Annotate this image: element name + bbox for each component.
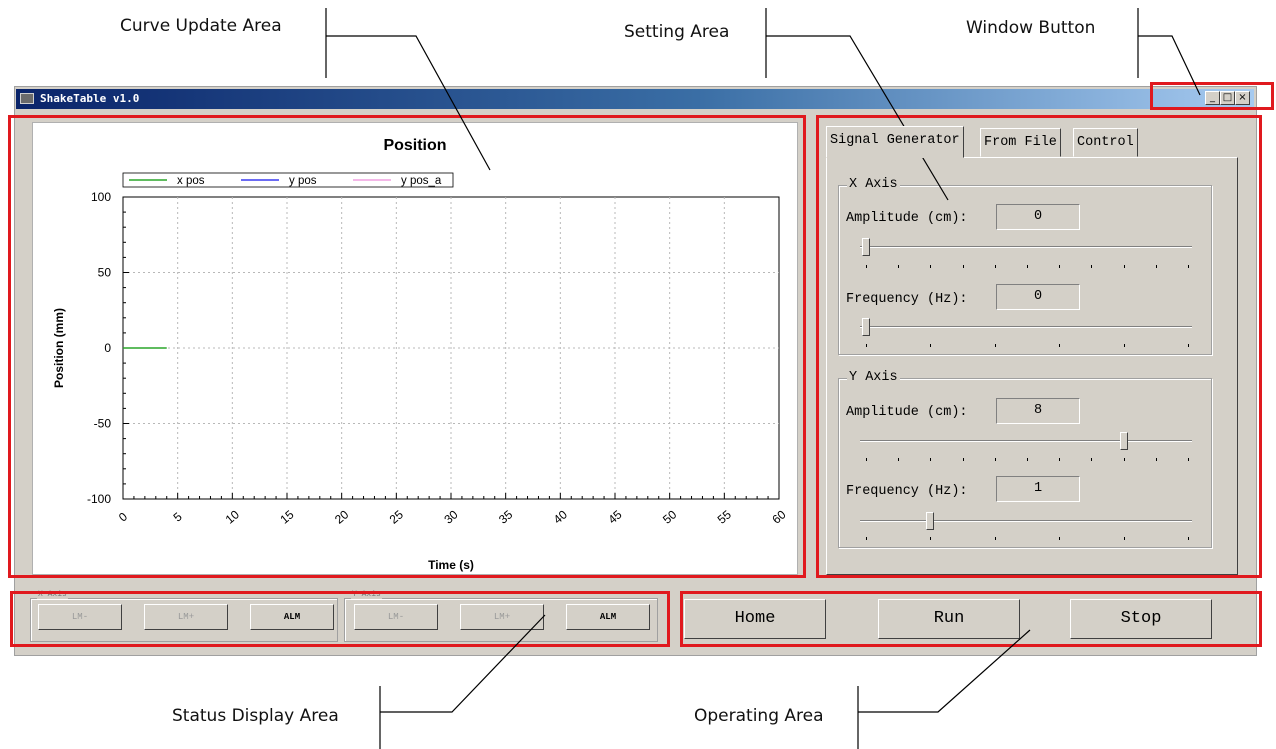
app-icon [20, 93, 34, 104]
title-bar[interactable]: ShakeTable v1.0 _ □ × [16, 89, 1254, 109]
operating-area-annotation: Operating Area [694, 706, 824, 726]
curve-update-area-annotation: Curve Update Area [120, 16, 282, 36]
operating-area-box [680, 591, 1262, 647]
window-button-box [1150, 82, 1274, 110]
curve-update-area-box [8, 115, 806, 578]
tab-signal-generator[interactable]: Signal Generator [826, 126, 964, 158]
status-display-area-annotation: Status Display Area [172, 706, 339, 726]
setting-area-annotation: Setting Area [624, 22, 730, 42]
setting-area-box [816, 115, 1262, 578]
window-title: ShakeTable v1.0 [40, 92, 140, 105]
window-button-annotation: Window Button [966, 18, 1096, 38]
status-display-area-box [10, 591, 670, 647]
